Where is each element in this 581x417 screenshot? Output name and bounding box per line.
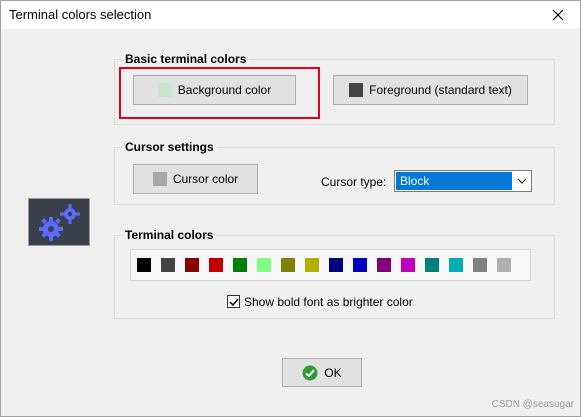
palette-color-swatch[interactable]: [209, 258, 223, 272]
cursor-type-value: Block: [396, 172, 512, 190]
palette-color-swatch[interactable]: [257, 258, 271, 272]
cursor-color-button[interactable]: Cursor color: [133, 164, 258, 194]
color-palette: [130, 249, 531, 281]
palette-color-swatch[interactable]: [305, 258, 319, 272]
check-circle-icon: [302, 365, 318, 380]
watermark: CSDN @seasugar: [491, 399, 574, 410]
basic-colors-title: Basic terminal colors: [122, 52, 250, 66]
palette-color-swatch[interactable]: [161, 258, 175, 272]
checkmark-icon: [228, 298, 239, 306]
settings-gears-icon: [28, 198, 90, 246]
foreground-swatch: [349, 83, 364, 97]
window-title: Terminal colors selection: [9, 7, 152, 22]
cursor-type-select[interactable]: Block: [394, 170, 532, 192]
palette-color-swatch[interactable]: [329, 258, 343, 272]
bold-brighter-checkbox[interactable]: [227, 295, 240, 308]
palette-color-swatch[interactable]: [185, 258, 199, 272]
cursor-color-label: Cursor color: [172, 172, 239, 186]
bold-brighter-label: Show bold font as brighter color: [244, 295, 413, 309]
palette-color-swatch[interactable]: [473, 258, 487, 272]
close-button[interactable]: [536, 1, 580, 29]
palette-color-swatch[interactable]: [353, 258, 367, 272]
palette-color-swatch[interactable]: [137, 258, 151, 272]
cursor-settings-title: Cursor settings: [122, 140, 217, 154]
red-highlight-box: [119, 67, 320, 119]
close-icon: [552, 9, 564, 21]
palette-color-swatch[interactable]: [377, 258, 391, 272]
ok-label: OK: [324, 365, 342, 380]
palette-color-swatch[interactable]: [401, 258, 415, 272]
foreground-color-button[interactable]: Foreground (standard text): [333, 75, 528, 105]
title-bar: Terminal colors selection: [1, 1, 580, 29]
cursor-type-label: Cursor type:: [321, 175, 387, 189]
terminal-colors-title: Terminal colors: [122, 228, 217, 242]
dialog-window: Terminal colors selection Basic terminal…: [0, 0, 581, 417]
palette-color-swatch[interactable]: [425, 258, 439, 272]
ok-button[interactable]: OK: [282, 358, 362, 387]
cursor-swatch: [152, 172, 167, 186]
chevron-down-icon: [513, 171, 531, 191]
palette-color-swatch[interactable]: [233, 258, 247, 272]
palette-color-swatch[interactable]: [449, 258, 463, 272]
palette-color-swatch[interactable]: [497, 258, 511, 272]
palette-color-swatch[interactable]: [281, 258, 295, 272]
foreground-color-label: Foreground (standard text): [369, 83, 512, 97]
